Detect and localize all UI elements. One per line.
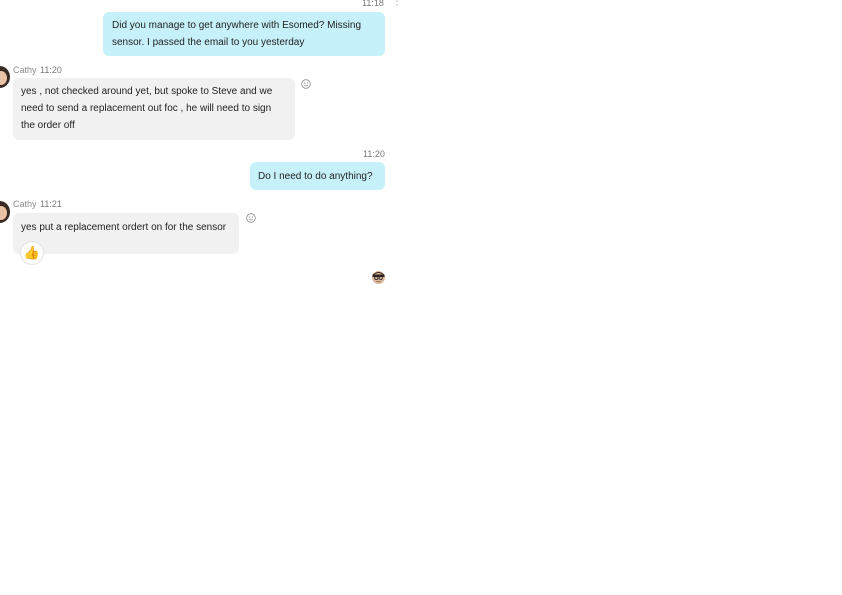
more-options-icon[interactable]	[396, 0, 398, 10]
smiley-face-icon[interactable]	[301, 79, 311, 89]
sender-name: Cathy	[13, 65, 37, 75]
chat-conversation: 11:18 Did you manage to get anywhere wit…	[0, 0, 842, 595]
message-text-line: sensor. I passed the email to you yester…	[112, 37, 305, 48]
thumbs-up-icon[interactable]: 👍	[21, 242, 43, 264]
message-text-line: yes , not checked around yet, but spoke …	[21, 86, 273, 97]
message-timestamp: 11:21	[40, 199, 62, 209]
message-timestamp: 11:20	[40, 65, 62, 75]
message-text-line: Do I need to do anything?	[258, 171, 373, 182]
outgoing-message-bubble[interactable]: Do I need to do anything?	[250, 162, 385, 190]
message-text-line: yes put a replacement ordert on for the …	[21, 222, 227, 233]
message-timestamp: 11:20	[363, 149, 385, 159]
message-text-line: need to send a replacement out foc , he …	[21, 103, 272, 114]
sender-name: Cathy	[13, 199, 37, 209]
message-text-line: Did you manage to get anywhere with Esom…	[112, 20, 362, 31]
outgoing-message-bubble[interactable]: Did you manage to get anywhere with Esom…	[103, 12, 385, 56]
smiley-face-icon[interactable]	[246, 213, 256, 223]
message-text-line: the order off	[21, 120, 75, 131]
reaction-emoji: 👍	[23, 245, 41, 260]
contact-avatar[interactable]	[0, 201, 12, 223]
read-receipt-avatar	[372, 271, 385, 284]
incoming-message-bubble[interactable]: yes , not checked around yet, but spoke …	[13, 78, 295, 140]
incoming-message-bubble[interactable]: yes put a replacement ordert on for the …	[13, 213, 239, 254]
contact-avatar[interactable]	[0, 66, 12, 88]
message-timestamp: 11:18	[362, 0, 384, 8]
